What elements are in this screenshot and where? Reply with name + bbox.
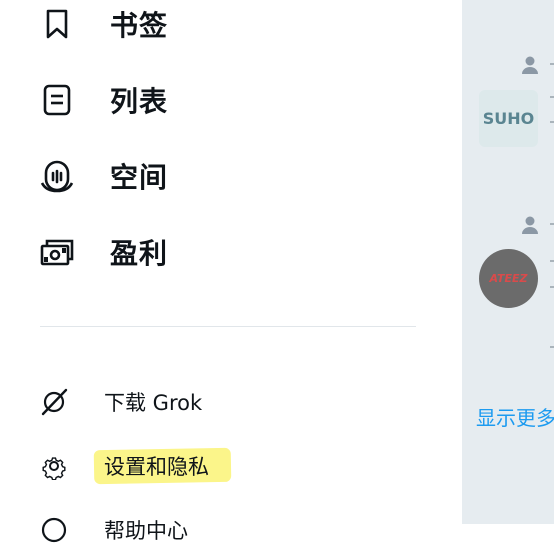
nav-item-label: 列表 [110,85,169,118]
menu-item-label: 帮助中心 [104,519,188,543]
person-icon [522,56,538,74]
menu-item-settings-privacy[interactable]: 设置和隐私 [0,442,430,490]
navigation-drawer: 书签 列表 空间 盈利 下载 Grok 设置和隐私 帮助中心 [0,0,462,543]
menu-item-label: 设置和隐私 [104,455,209,479]
truncated-text [550,63,554,65]
truncated-text [550,96,554,98]
nav-item-monetization[interactable]: 盈利 [0,222,430,282]
spaces-icon [40,159,74,193]
help-icon [40,516,68,544]
person-icon [522,216,538,234]
menu-item-label: 下载 Grok [104,391,203,415]
menu-item-help-center[interactable]: 帮助中心 [0,506,430,554]
truncated-text [550,260,554,262]
grok-icon [40,388,68,416]
menu-item-download-grok[interactable]: 下载 Grok [0,378,430,426]
nav-item-label: 盈利 [110,237,169,270]
bookmark-icon [40,7,74,41]
avatar-text: SUHO [482,109,535,128]
nav-item-spaces[interactable]: 空间 [0,146,430,206]
list-icon [40,83,74,117]
nav-item-label: 空间 [110,161,169,194]
avatar-text: ATEEZ [489,272,528,285]
truncated-text [550,121,554,123]
divider [40,326,416,327]
avatar[interactable]: SUHO [479,90,538,147]
truncated-text [550,223,554,225]
nav-item-lists[interactable]: 列表 [0,70,430,130]
nav-item-bookmarks[interactable]: 书签 [0,0,430,54]
gear-icon [40,452,68,480]
truncated-text [550,346,554,348]
nav-item-label: 书签 [110,9,169,42]
truncated-text [550,286,554,288]
monetization-icon [40,235,74,269]
show-more-link[interactable]: 显示更多 [476,402,554,431]
avatar[interactable]: ATEEZ [479,249,538,308]
